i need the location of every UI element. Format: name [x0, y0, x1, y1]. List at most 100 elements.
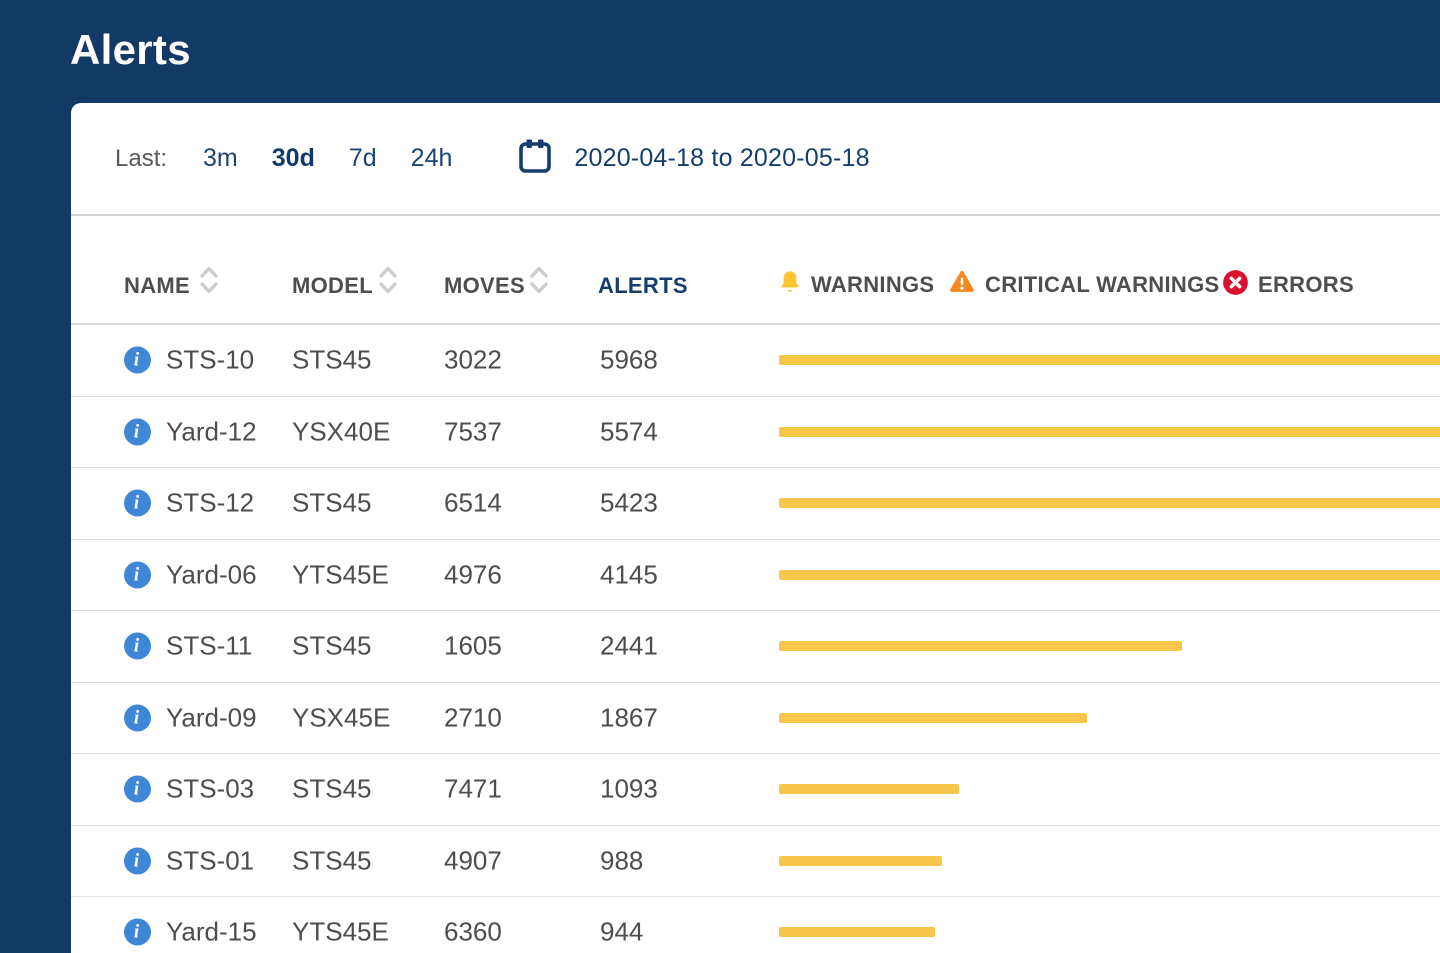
page-title: Alerts — [70, 26, 191, 74]
row-alerts: 5574 — [600, 416, 658, 447]
row-model: YSX40E — [292, 416, 390, 447]
row-alerts: 5968 — [600, 345, 658, 376]
row-model: STS45 — [292, 774, 372, 805]
legend-warnings: WARNINGS — [778, 269, 934, 301]
alerts-panel: Last: 3m 30d 7d 24h 2020-04-18 to 2020-05-1… — [71, 103, 1440, 953]
info-icon[interactable]: i — [124, 919, 151, 946]
table-row[interactable]: iSTS-10STS4530225968 — [71, 325, 1440, 397]
table-row[interactable]: iSTS-03STS4574711093 — [71, 754, 1440, 826]
alerts-bar — [779, 498, 1440, 508]
row-name: STS-11 — [166, 631, 252, 662]
column-header-moves[interactable]: MOVES — [444, 273, 525, 299]
info-icon-glyph: i — [134, 422, 139, 441]
row-moves: 3022 — [444, 345, 502, 376]
legend-critical-warnings: CRITICAL WARNINGS — [948, 269, 1219, 300]
info-icon[interactable]: i — [124, 847, 151, 874]
table-row[interactable]: i STS-12 STS45 6514 5423 — [71, 468, 1440, 540]
sort-icon[interactable] — [197, 262, 221, 303]
table-row[interactable]: i Yard-06 YTS45E 4976 4145 — [71, 540, 1440, 612]
calendar-icon — [518, 138, 552, 179]
alerts-bar — [779, 856, 942, 866]
table-row[interactable]: i Yard-15 YTS45E 6360 944 — [71, 897, 1440, 953]
row-moves: 4976 — [444, 559, 502, 590]
row-alerts: 5423 — [600, 488, 658, 519]
warning-triangle-icon — [948, 269, 976, 300]
column-header-alerts[interactable]: ALERTS — [598, 273, 688, 299]
row-alerts: 988 — [600, 845, 643, 876]
info-icon[interactable]: i — [124, 561, 151, 588]
column-header-name[interactable]: NAME — [124, 273, 190, 299]
alerts-bar — [779, 570, 1440, 580]
row-model: STS45 — [292, 845, 372, 876]
alerts-bar — [779, 927, 935, 937]
row-alerts: 944 — [600, 917, 643, 948]
sort-icon[interactable] — [527, 262, 551, 303]
alerts-bar — [779, 427, 1440, 437]
legend-errors-label: ERRORS — [1258, 272, 1354, 298]
row-model: YTS45E — [292, 559, 389, 590]
row-name: STS-03 — [166, 774, 254, 805]
alerts-table-body: i STS-10 STS45 3022 5968 i Yard-12 YSX40E 7537 55… — [71, 325, 1440, 953]
legend-critical-warnings-label: CRITICAL WARNINGS — [985, 272, 1219, 298]
row-alerts: 2441 — [600, 631, 658, 662]
row-name: Yard-09 — [166, 702, 257, 733]
row-name: Yard-12 — [166, 416, 257, 447]
row-moves: 6514 — [444, 488, 502, 519]
row-name: STS-12 — [166, 488, 254, 519]
alerts-screen: Alerts Last: 3m 30d 7d 24h 2020-04-18 to 20… — [0, 0, 1440, 953]
info-icon[interactable]: i — [124, 776, 151, 803]
time-filter-option-7d[interactable]: 7d — [349, 144, 377, 173]
row-model: STS45 — [292, 488, 372, 519]
alerts-bar — [779, 355, 1440, 365]
row-name: STS-10 — [166, 345, 254, 376]
sort-icon[interactable] — [376, 262, 400, 303]
legend-warnings-label: WARNINGS — [811, 272, 934, 298]
row-moves: 6360 — [444, 917, 502, 948]
error-circle-icon — [1222, 269, 1249, 301]
info-icon-glyph: i — [134, 637, 139, 656]
row-alerts: 1867 — [600, 702, 658, 733]
info-icon-glyph: i — [134, 351, 139, 370]
time-filter-option-3m[interactable]: 3m — [203, 144, 238, 173]
date-range-picker-button[interactable] — [518, 138, 552, 179]
time-filter-option-30d[interactable]: 30d — [272, 144, 315, 173]
alerts-bar — [779, 641, 1182, 651]
info-icon-glyph: i — [134, 851, 139, 870]
legend-errors: ERRORS — [1222, 269, 1354, 301]
row-model: YTS45E — [292, 917, 389, 948]
table-row[interactable]: i Yard-12 YSX40E 7537 5574 — [71, 397, 1440, 469]
info-icon[interactable]: i — [124, 347, 151, 374]
row-model: YSX45E — [292, 702, 390, 733]
row-name: Yard-15 — [166, 917, 257, 948]
table-row[interactable]: i Yard-09 YSX45E 2710 1867 — [71, 683, 1440, 755]
row-name: STS-01 — [166, 845, 254, 876]
info-icon-glyph: i — [134, 708, 139, 727]
row-moves: 2710 — [444, 702, 502, 733]
column-header-model[interactable]: MODEL — [292, 273, 373, 299]
bell-icon — [778, 269, 802, 301]
row-moves: 4907 — [444, 845, 502, 876]
info-icon[interactable]: i — [124, 704, 151, 731]
time-filter-label: Last: — [115, 145, 167, 173]
time-filter-bar: Last: 3m 30d 7d 24h 2020-04-18 to 2020-05-1… — [71, 103, 1440, 216]
table-row[interactable]: i STS-11 STS45 1605 2441 — [71, 611, 1440, 683]
table-header: NAME MODEL MOVES ALERTS — [71, 216, 1440, 325]
date-range-value[interactable]: 2020-04-18 to 2020-05-18 — [574, 144, 869, 173]
info-icon-glyph: i — [134, 565, 139, 584]
row-alerts: 4145 — [600, 559, 658, 590]
info-icon[interactable]: i — [124, 418, 151, 445]
info-icon-glyph: i — [134, 780, 139, 799]
alerts-bar — [779, 713, 1087, 723]
row-moves: 7537 — [444, 416, 502, 447]
alerts-bar — [779, 784, 959, 794]
info-icon[interactable]: i — [124, 490, 151, 517]
table-row[interactable]: i STS-01 STS45 4907 988 — [71, 826, 1440, 898]
time-filter-option-24h[interactable]: 24h — [411, 144, 453, 173]
info-icon-glyph: i — [134, 923, 139, 942]
row-alerts: 1093 — [600, 774, 658, 805]
row-model: STS45 — [292, 631, 372, 662]
row-moves: 1605 — [444, 631, 502, 662]
info-icon[interactable]: i — [124, 633, 151, 660]
row-name: Yard-06 — [166, 559, 257, 590]
info-icon-glyph: i — [134, 494, 139, 513]
